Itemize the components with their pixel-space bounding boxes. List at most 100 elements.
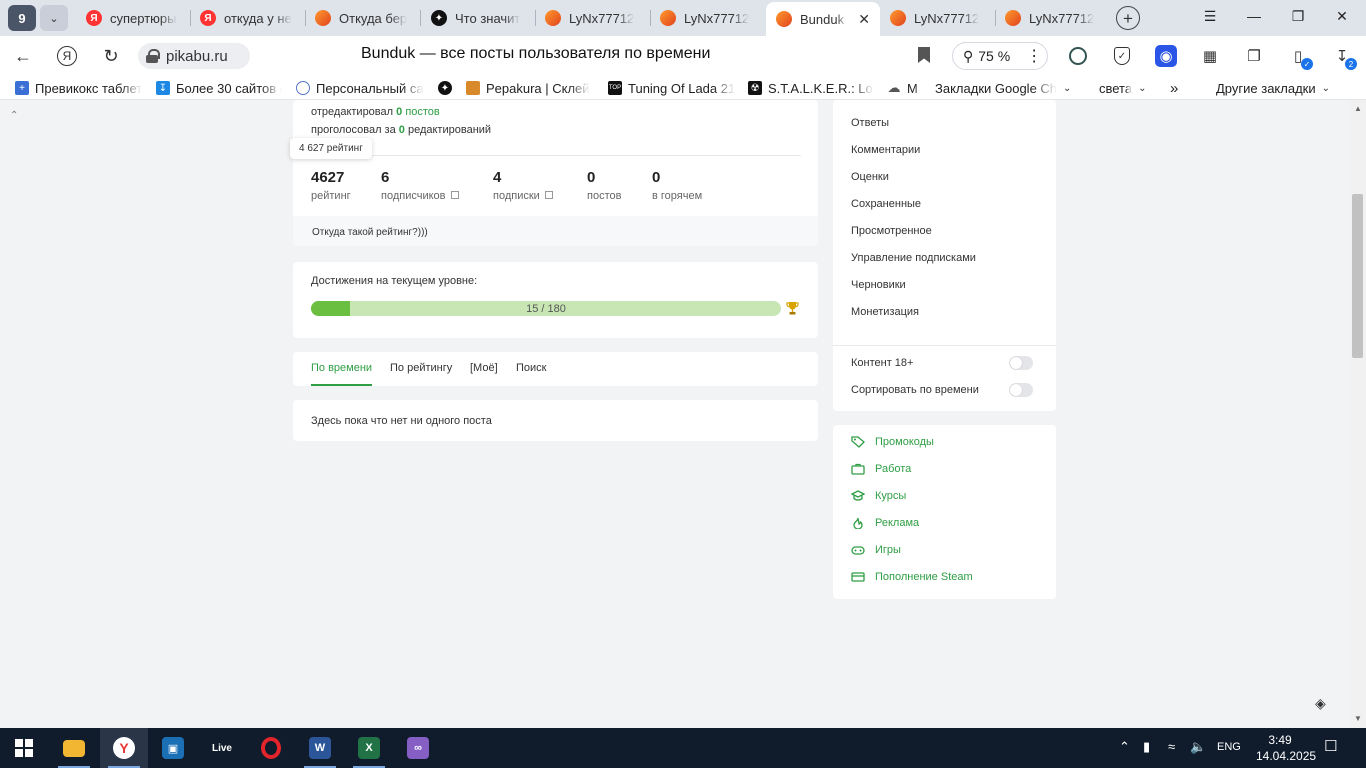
back-button[interactable]: ← [12, 45, 34, 67]
url-field[interactable]: pikabu.ru [138, 43, 250, 69]
tab-title: откуда у не [224, 10, 292, 26]
sparkle-icon: ✦ [438, 81, 452, 95]
bookmark-item[interactable]: Персональный са [296, 79, 424, 97]
language-indicator[interactable]: ENG [1217, 741, 1241, 753]
address-bar-row: ← Я ↻ pikabu.ru Bunduk — все посты польз… [0, 36, 1366, 76]
browser-tab-active[interactable]: Bunduk - ✕ [766, 2, 880, 36]
new-tab-button[interactable]: + [1116, 6, 1140, 30]
tab-title: LyNx77712 [684, 10, 750, 26]
extension-icon[interactable] [1067, 45, 1089, 67]
bookmark-item[interactable]: Pepakura | Склей [466, 79, 592, 97]
clock[interactable]: 3:49 14.04.2025 [1256, 732, 1316, 764]
bookmark-item[interactable]: ✦ [438, 79, 456, 97]
taskbar-excel[interactable]: X [345, 728, 393, 768]
browser-tab[interactable]: ✦ Что значит [431, 4, 531, 32]
link-jobs[interactable]: Работа [875, 463, 911, 475]
subscriptions-value[interactable]: 4 [493, 169, 501, 186]
wifi-icon[interactable]: ≈ [1168, 739, 1175, 754]
tablet-icon[interactable]: ▯ ✓ [1287, 45, 1313, 70]
minimize-icon[interactable]: — [1244, 8, 1264, 24]
link-games[interactable]: Игры [875, 544, 901, 556]
bookmark-item[interactable]: TOP Tuning Of Lada 21 [608, 79, 738, 97]
word-icon: W [309, 737, 331, 759]
tab-title: LyNx77712 [569, 10, 635, 26]
tab-by-rating[interactable]: По рейтингу [390, 362, 452, 374]
tab-by-time[interactable]: По времени [311, 362, 372, 374]
more-bookmarks-button[interactable]: » [1170, 79, 1186, 97]
browser-tab[interactable]: Откуда бер [315, 4, 415, 32]
tab-mine[interactable]: [Моё] [470, 362, 498, 374]
browser-tab[interactable]: LyNx77712 [545, 4, 645, 32]
downloads-button[interactable]: ↧ 2 [1331, 45, 1357, 70]
bookmark-item[interactable]: + Превикокс таблет [15, 79, 142, 97]
bookmark-folder[interactable]: Закладки Google Ch ⌄ [935, 79, 1075, 97]
volume-icon[interactable]: 🔈 [1190, 739, 1206, 755]
notifications-icon[interactable]: ☐ [1324, 737, 1337, 755]
sidebar-item-comments[interactable]: Комментарии [851, 144, 920, 156]
browser-menu-icon[interactable]: ☰ [1200, 8, 1220, 25]
close-icon[interactable]: ✕ [858, 11, 870, 28]
sidebar-item-subscriptions[interactable]: Управление подписками [851, 252, 976, 264]
sidebar-item-drafts[interactable]: Черновики [851, 279, 906, 291]
close-window-icon[interactable]: ✕ [1332, 8, 1352, 25]
link-ads[interactable]: Реклама [875, 517, 919, 529]
scroll-down-arrow-icon[interactable]: ▼ [1354, 714, 1362, 723]
browser-tab[interactable]: Я откуда у не [200, 4, 300, 32]
chevron-up-icon[interactable]: ⌃ [10, 110, 18, 121]
taskbar-yandex-browser[interactable]: Y [100, 728, 148, 768]
sidebar-item-answers[interactable]: Ответы [851, 117, 889, 129]
browser-tab[interactable]: LyNx77712 [660, 4, 760, 32]
yandex-browser-icon: Y [113, 737, 135, 759]
link-steam-topup[interactable]: Пополнение Steam [875, 571, 973, 583]
link-courses[interactable]: Курсы [875, 490, 906, 502]
reload-button[interactable]: ↻ [100, 45, 122, 67]
bookmark-icon[interactable] [918, 47, 930, 63]
tray-chevron-up-icon[interactable]: ⌃ [1119, 739, 1130, 755]
puzzle-icon[interactable]: ▦ [1199, 45, 1221, 67]
subscribers-value[interactable]: 6 [381, 169, 389, 186]
collections-icon[interactable]: ❐ [1243, 45, 1265, 67]
visual-studio-icon: ∞ [407, 737, 429, 759]
chat-icon[interactable]: ◉ [1155, 45, 1177, 67]
start-button[interactable] [0, 728, 48, 768]
taskbar-ableton-live[interactable]: Live [198, 728, 246, 768]
scroll-thumb[interactable] [1352, 194, 1363, 358]
taskbar-opera[interactable] [247, 728, 295, 768]
bookmark-item[interactable]: ☢ S.T.A.L.K.E.R.: Lost [748, 79, 874, 97]
paint-bucket-icon[interactable]: ◈ [1315, 695, 1326, 712]
taskbar-word[interactable]: W [296, 728, 344, 768]
tab-counter[interactable]: 9 [8, 5, 36, 31]
clock-time: 3:49 [1268, 733, 1292, 747]
posts-label: постов [587, 190, 622, 202]
taskbar-visual-studio[interactable]: ∞ [394, 728, 442, 768]
taskbar-sketchup[interactable]: ▣ [149, 728, 197, 768]
bookmark-item[interactable]: ☁ M [887, 79, 921, 97]
browser-tab[interactable]: LyNx77712 [890, 4, 990, 32]
scroll-up-arrow-icon[interactable]: ▲ [1354, 104, 1362, 113]
other-bookmarks-folder[interactable]: Другие закладки ⌄ [1216, 79, 1344, 97]
sidebar-item-saved[interactable]: Сохраненные [851, 198, 921, 210]
link-promocodes[interactable]: Промокоды [875, 436, 934, 448]
yandex-home-button[interactable]: Я [56, 45, 78, 67]
sidebar-item-viewed[interactable]: Просмотренное [851, 225, 932, 237]
toggle-adult-content[interactable] [1009, 356, 1033, 370]
toggle-sort-by-time[interactable] [1009, 383, 1033, 397]
subscribers-link[interactable]: подписчиков [381, 190, 459, 202]
bookmark-folder[interactable]: света ⌄ [1099, 79, 1151, 97]
page-scrollbar[interactable]: ▲ ▼ [1350, 100, 1366, 728]
browser-tab[interactable]: Я супертюры [86, 4, 186, 32]
more-icon[interactable]: ⋮ [1026, 46, 1042, 66]
restore-icon[interactable]: ❐ [1288, 8, 1308, 25]
tab-search[interactable]: Поиск [516, 362, 546, 374]
sidebar-item-monetization[interactable]: Монетизация [851, 306, 919, 318]
shield-icon[interactable]: ✓ [1111, 45, 1133, 67]
battery-icon[interactable]: ▮ [1143, 739, 1150, 755]
chevron-down-icon: ⌄ [49, 12, 59, 25]
browser-tab[interactable]: LyNx77712 [1005, 4, 1105, 32]
tab-list-button[interactable]: ⌄ [40, 5, 68, 31]
bookmark-item[interactable]: ↧ Более 30 сайтов с [156, 79, 282, 97]
taskbar-file-explorer[interactable] [50, 728, 98, 768]
subscriptions-link[interactable]: подписки [493, 190, 553, 202]
sidebar-item-ratings[interactable]: Оценки [851, 171, 889, 183]
zoom-control[interactable]: ⚲ 75 % ⋮ [952, 42, 1048, 70]
